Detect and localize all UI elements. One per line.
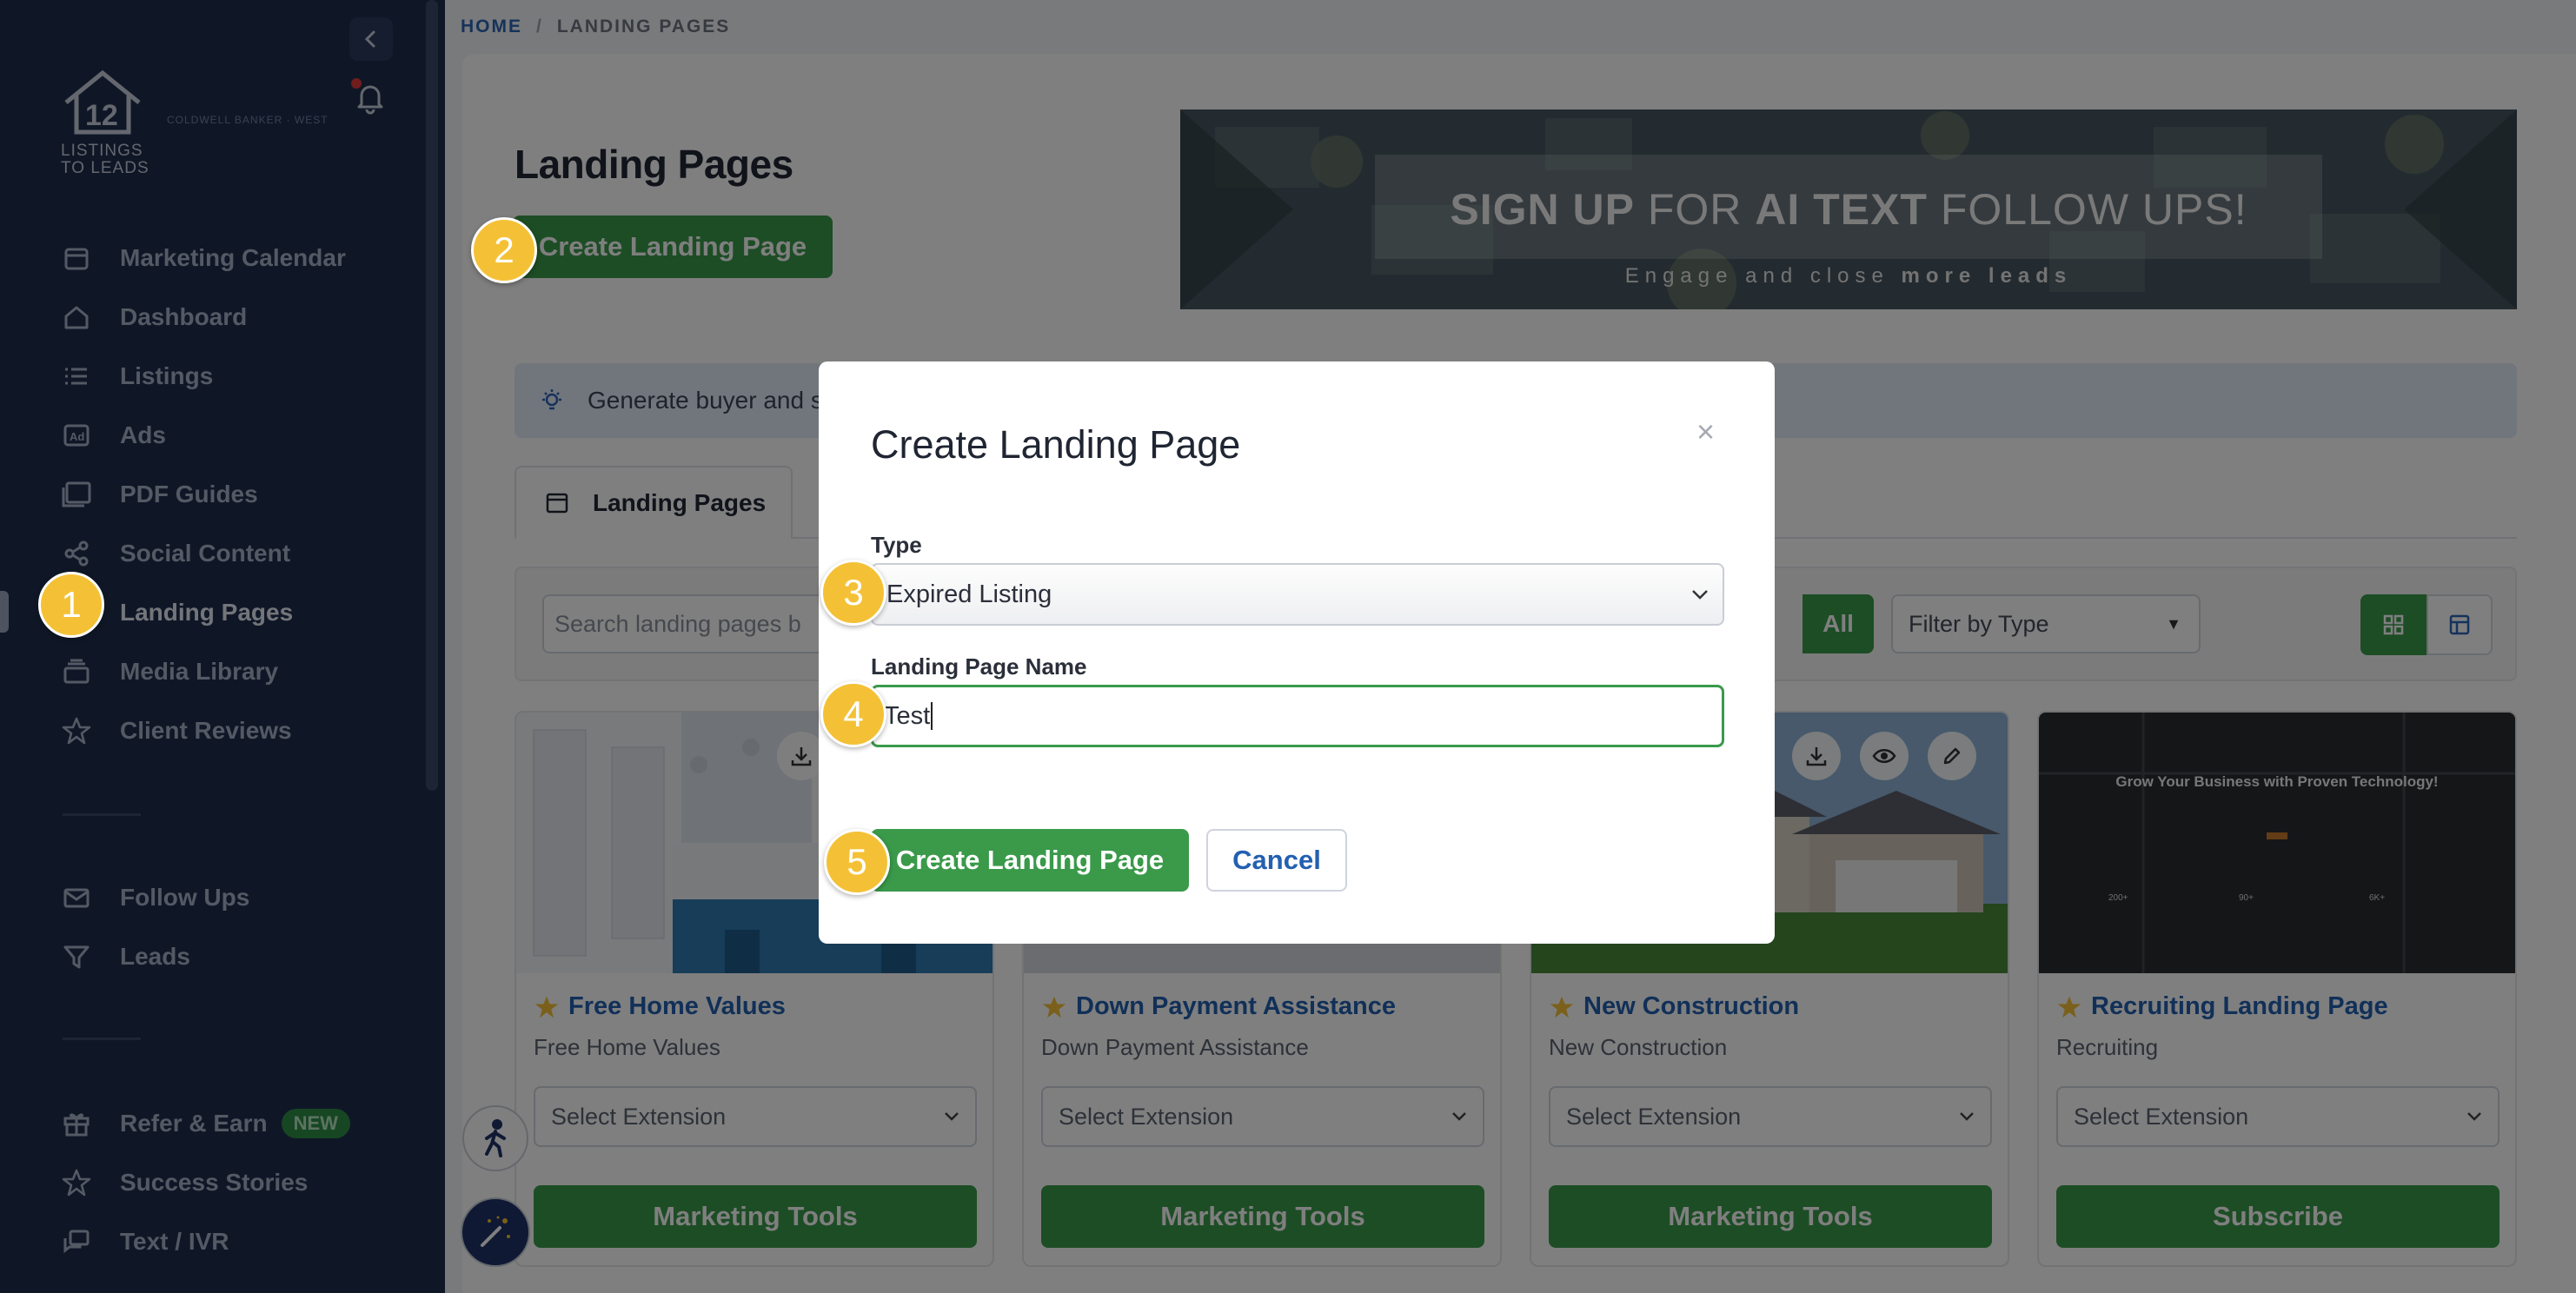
step-marker-3: 3 — [820, 560, 886, 626]
modal-title: Create Landing Page — [871, 422, 1241, 467]
text-cursor — [931, 702, 933, 730]
chevron-down-icon — [1691, 589, 1709, 600]
type-label: Type — [871, 532, 922, 558]
name-input-value: Test — [884, 701, 931, 730]
step-marker-2: 2 — [471, 217, 537, 283]
modal-cancel-button[interactable]: Cancel — [1206, 829, 1347, 892]
step-marker-5: 5 — [824, 829, 890, 895]
landing-page-name-label: Landing Page Name — [871, 653, 1087, 680]
type-select[interactable]: Expired Listing — [871, 563, 1724, 626]
type-select-value: Expired Listing — [886, 580, 1052, 608]
step-marker-1: 1 — [38, 572, 104, 638]
step-marker-4: 4 — [820, 681, 886, 747]
landing-page-name-input[interactable]: Test — [871, 685, 1724, 747]
close-icon[interactable]: × — [1696, 414, 1715, 450]
modal-create-button[interactable]: Create Landing Page — [871, 829, 1189, 892]
create-landing-page-modal: Create Landing Page × Type Expired Listi… — [819, 361, 1775, 944]
